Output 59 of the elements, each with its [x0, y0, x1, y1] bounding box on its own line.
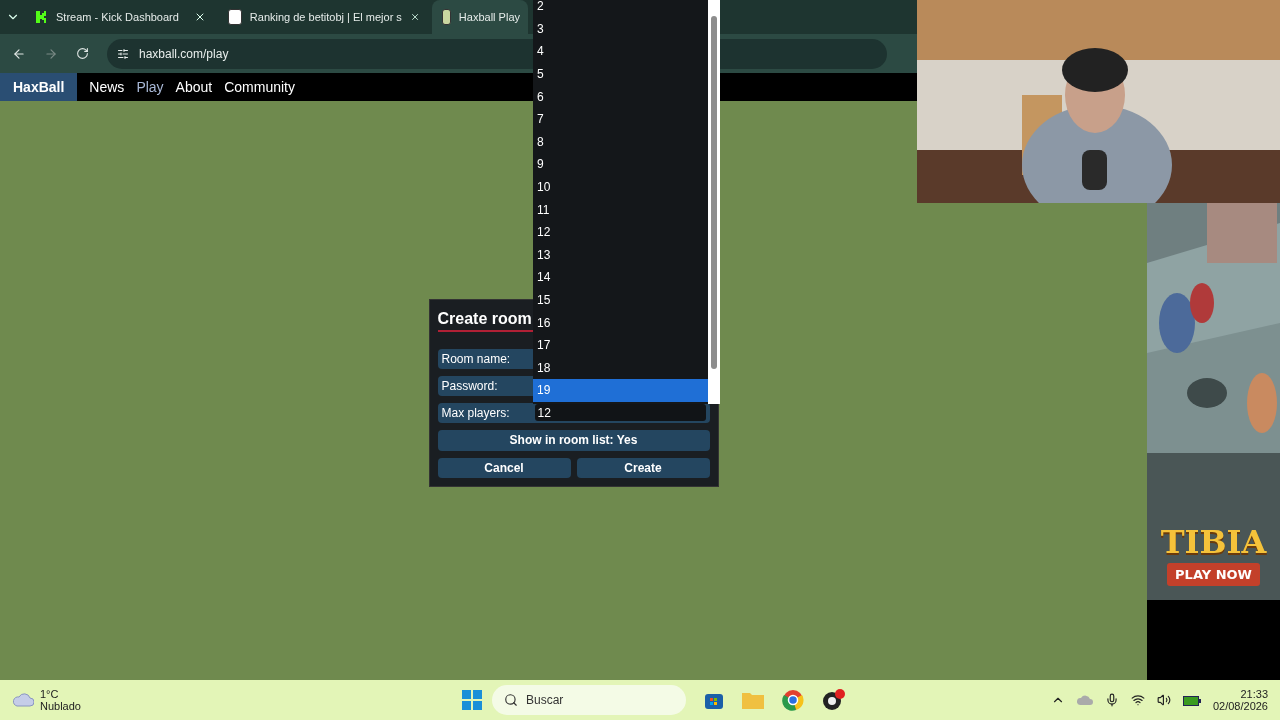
back-icon[interactable] [12, 46, 26, 61]
site-logo[interactable]: HaxBall [0, 73, 78, 101]
field-label: Room name: [441, 351, 512, 366]
wifi-icon[interactable] [1130, 693, 1145, 707]
close-icon[interactable] [194, 11, 206, 23]
dropdown-option[interactable]: 15 [533, 288, 708, 312]
nav-link[interactable]: Community [218, 79, 301, 95]
dropdown-option[interactable]: 11 [533, 198, 708, 221]
browser-tab[interactable]: Haxball Play [432, 0, 528, 34]
dropdown-option[interactable]: 16 [533, 311, 708, 334]
dropdown-option[interactable]: 8 [533, 130, 708, 154]
close-icon[interactable] [409, 11, 420, 23]
taskbar-search[interactable]: Buscar [492, 685, 686, 715]
play-now-button[interactable]: PLAY NOW [1167, 563, 1260, 586]
dropdown-option[interactable]: 13 [533, 243, 708, 267]
field-label: Password: [441, 378, 499, 393]
dropdown-option[interactable]: 18 [533, 356, 708, 380]
favicon-icon [228, 9, 242, 25]
volume-icon[interactable] [1156, 693, 1171, 707]
favicon-icon [442, 9, 451, 25]
browser-tab[interactable]: Ranking de betitobj | El mejor s [218, 0, 428, 34]
field-label: Max players: [441, 405, 511, 420]
dropdown-option[interactable]: 6 [533, 85, 708, 108]
select-field[interactable]: 12 [534, 404, 706, 421]
reload-icon[interactable] [76, 47, 89, 60]
dropdown-option[interactable]: 2 [533, 0, 708, 18]
url-text: haxball.com/play [139, 46, 229, 61]
search-icon [504, 693, 518, 707]
dropdown-option[interactable]: 14 [533, 266, 708, 289]
browser-icon[interactable] [782, 689, 804, 711]
dialog-button[interactable]: Create [576, 457, 710, 478]
site-info-icon[interactable] [117, 47, 129, 60]
recorder-icon[interactable] [822, 689, 846, 711]
ad-logo: TIBIA [1160, 523, 1267, 561]
forward-icon[interactable] [44, 46, 58, 61]
dropdown-option[interactable]: 19 [533, 379, 708, 402]
clock-time: 21:33 [1240, 688, 1268, 700]
dropdown-option[interactable]: 4 [533, 40, 708, 63]
nav-link[interactable]: News [83, 79, 131, 95]
microphone-icon[interactable] [1104, 693, 1119, 707]
dropdown-option[interactable]: 3 [533, 17, 708, 41]
weather-condition: Nublado [40, 700, 81, 712]
browser-tab[interactable]: Stream - Kick Dashboard [24, 0, 214, 34]
dropdown-option[interactable]: 7 [533, 107, 708, 131]
dropdown-option[interactable]: 10 [533, 175, 708, 199]
toggle-button[interactable]: Show in room list: Yes [437, 429, 710, 451]
temperature: 1°C [40, 688, 60, 700]
dropdown-option[interactable]: 9 [533, 153, 708, 176]
cloud-icon [12, 693, 34, 707]
scrollbar[interactable] [708, 0, 720, 404]
nav-link[interactable]: Play [130, 79, 170, 95]
dropdown-option[interactable]: 12 [533, 220, 708, 244]
favicon-icon [34, 10, 48, 24]
clock-date: 02/08/2026 [1212, 700, 1268, 712]
dialog-button[interactable]: Cancel [437, 457, 571, 478]
nav-link[interactable]: About [169, 79, 219, 95]
windows-icon[interactable] [462, 690, 482, 710]
dropdown-option[interactable]: 17 [533, 333, 708, 357]
battery-icon[interactable] [1182, 694, 1201, 706]
